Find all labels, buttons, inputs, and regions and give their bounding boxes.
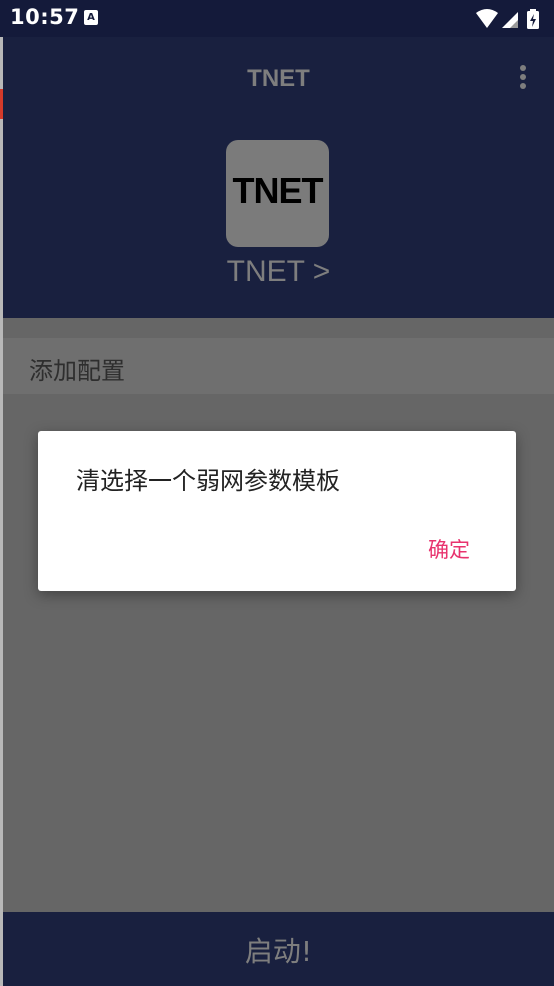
profile-link[interactable]: TNET >	[3, 255, 554, 289]
wifi-icon	[476, 9, 498, 28]
logo-text: TNET	[232, 170, 324, 211]
status-icons	[474, 8, 544, 30]
add-config-button[interactable]: 添加配置	[3, 338, 554, 394]
signal-icon	[502, 12, 518, 28]
main-content: 添加配置	[3, 318, 554, 912]
add-config-label: 添加配置	[29, 357, 125, 385]
app-logo[interactable]: TNET	[226, 140, 329, 247]
more-vert-icon[interactable]	[517, 65, 529, 95]
app-notification-icon: A	[84, 10, 98, 25]
status-time: 10:57	[10, 5, 80, 29]
template-required-dialog: 清选择一个弱网参数模板 确定	[38, 431, 516, 591]
dialog-ok-button[interactable]: 确定	[428, 534, 470, 564]
page-title: TNET	[247, 65, 310, 92]
start-button-label: 启动!	[244, 935, 313, 968]
status-bar: 10:57 A	[0, 0, 554, 37]
app-header: TNET TNET TNET >	[3, 37, 554, 318]
battery-charging-icon	[527, 9, 539, 29]
start-button[interactable]: 启动!	[3, 912, 554, 986]
dialog-message: 清选择一个弱网参数模板	[76, 467, 340, 495]
